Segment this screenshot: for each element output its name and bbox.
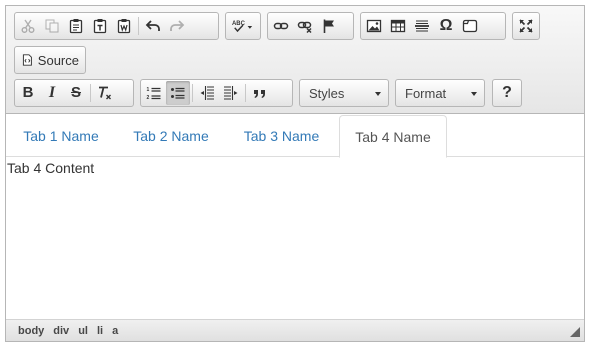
iframe-icon[interactable] — [458, 14, 482, 38]
spell-check-icon[interactable]: ABC — [227, 14, 259, 38]
bold-icon[interactable]: B — [16, 81, 40, 105]
svg-text:2: 2 — [147, 95, 150, 101]
copy-icon[interactable] — [40, 14, 64, 38]
styles-label: Styles — [309, 85, 345, 101]
strikethrough-icon[interactable]: S — [64, 81, 88, 105]
tab-bar: Tab 1 Name Tab 2 Name Tab 3 Name Tab 4 N… — [6, 115, 584, 158]
element-path-bar: body div ul li a — [6, 319, 584, 341]
resize-grip-icon[interactable] — [570, 327, 580, 337]
image-icon[interactable] — [362, 14, 386, 38]
unlink-icon[interactable] — [293, 14, 317, 38]
toolbar-group-spellcheck: ABC — [225, 12, 261, 40]
help-button[interactable]: ? — [492, 79, 522, 107]
paste-text-icon[interactable] — [88, 14, 112, 38]
toolbar-group-tools — [512, 12, 540, 40]
format-dropdown[interactable]: Format — [395, 79, 485, 107]
svg-text:1: 1 — [147, 87, 150, 93]
source-icon — [22, 54, 32, 66]
chevron-down-icon — [375, 92, 381, 96]
blockquote-icon[interactable] — [248, 81, 272, 105]
increase-indent-icon[interactable] — [219, 81, 243, 105]
toolbar-group-insert: Ω — [360, 12, 506, 40]
toolbar-group-basicstyles: B I S — [14, 79, 134, 107]
tab-3[interactable]: Tab 3 Name — [226, 115, 337, 157]
path-item-body[interactable]: body — [18, 325, 50, 337]
editor-toolbar: ABC Ω Source B I S 1 2 Styles Format ? — [6, 6, 584, 114]
toolbar-group-clipboard — [14, 12, 219, 40]
format-label: Format — [405, 85, 447, 101]
undo-icon[interactable] — [141, 14, 165, 38]
remove-format-icon[interactable] — [93, 81, 117, 105]
toolbar-group-paragraph: 12 — [140, 79, 293, 107]
bulleted-list-icon[interactable] — [166, 81, 190, 105]
tab-1[interactable]: Tab 1 Name — [6, 115, 116, 157]
toolbar-separator — [90, 84, 91, 102]
redo-icon[interactable] — [165, 14, 189, 38]
source-label: Source — [37, 52, 79, 68]
link-icon[interactable] — [269, 14, 293, 38]
horizontal-line-icon[interactable] — [410, 14, 434, 38]
cut-icon[interactable] — [16, 14, 40, 38]
paste-from-word-icon[interactable] — [112, 14, 136, 38]
toolbar-group-links — [267, 12, 354, 40]
tab-4[interactable]: Tab 4 Name — [339, 115, 447, 158]
tab-2[interactable]: Tab 2 Name — [116, 115, 226, 157]
path-item-li[interactable]: li — [97, 325, 109, 337]
decrease-indent-icon[interactable] — [195, 81, 219, 105]
path-item-a[interactable]: a — [112, 325, 124, 337]
toolbar-separator — [192, 84, 193, 102]
toolbar-separator — [245, 84, 246, 102]
source-button[interactable]: Source — [14, 46, 86, 74]
help-icon: ? — [502, 84, 512, 101]
editor-content[interactable]: Tab 1 Name Tab 2 Name Tab 3 Name Tab 4 N… — [6, 115, 584, 319]
toolbar-separator — [138, 17, 139, 35]
path-item-div[interactable]: div — [53, 325, 75, 337]
tab-content-text: Tab 4 Content — [7, 160, 95, 176]
path-item-ul[interactable]: ul — [78, 325, 94, 337]
rich-text-editor: ABC Ω Source B I S 1 2 Styles Format ? T… — [5, 5, 585, 342]
paste-icon[interactable] — [64, 14, 88, 38]
styles-dropdown[interactable]: Styles — [299, 79, 389, 107]
table-icon[interactable] — [386, 14, 410, 38]
anchor-flag-icon[interactable] — [317, 14, 341, 38]
special-character-icon[interactable]: Ω — [434, 14, 458, 38]
svg-text:ABC: ABC — [232, 21, 246, 27]
numbered-list-icon[interactable]: 12 — [142, 81, 166, 105]
maximize-icon[interactable] — [514, 14, 538, 38]
italic-icon[interactable]: I — [40, 81, 64, 105]
chevron-down-icon — [471, 92, 477, 96]
